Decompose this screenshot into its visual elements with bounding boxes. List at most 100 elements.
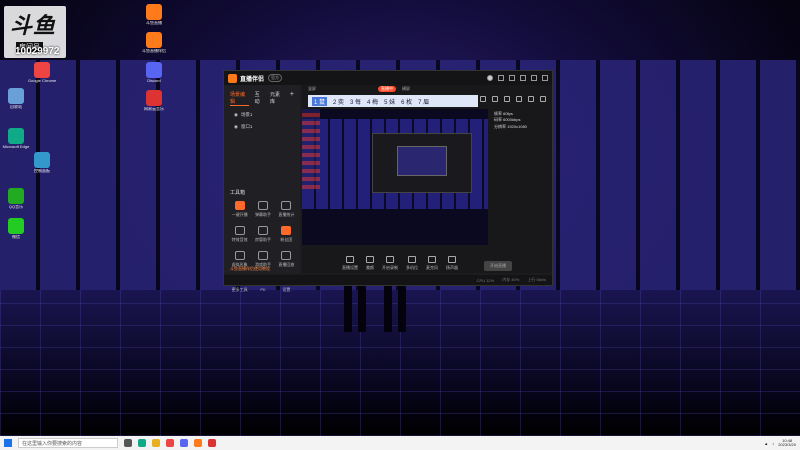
app-icon xyxy=(146,4,162,20)
desktop-icon[interactable]: 网易云音乐 xyxy=(140,90,168,111)
window-controls xyxy=(487,75,548,81)
tool-icon xyxy=(281,201,292,210)
app-icon xyxy=(34,62,50,78)
network-icon[interactable]: ▲ xyxy=(764,441,768,446)
streaming-app-window[interactable]: 直播伴侣 官方 场景编辑 互动 元素库 + ◉ 场景1 ◉ 窗口1 工具箱 一键开播… xyxy=(223,70,553,292)
app-icon xyxy=(8,218,24,234)
bottom-tool[interactable]: 美颜 xyxy=(366,256,374,271)
music-icon[interactable] xyxy=(208,439,216,447)
tool-item[interactable]: 直播回放 xyxy=(275,251,298,268)
clock[interactable]: 10:48 2023/3/20 xyxy=(778,438,796,448)
edge-icon[interactable] xyxy=(138,439,146,447)
douyu-icon[interactable] xyxy=(194,439,202,447)
minimize-icon[interactable] xyxy=(520,75,526,81)
maximize-icon[interactable] xyxy=(531,75,537,81)
tab-landscape[interactable]: 横屏 xyxy=(402,86,410,92)
tool-label: 一键开播 xyxy=(231,212,248,217)
search-input[interactable]: 在这里输入你要搜索的内容 xyxy=(18,438,118,448)
app-icon xyxy=(8,128,24,144)
desktop-icon-label: 斗鱼直播 xyxy=(146,21,162,25)
ime-candidate[interactable]: 5 妹 xyxy=(384,97,395,106)
explorer-icon[interactable] xyxy=(152,439,160,447)
tool-item[interactable]: 特效音效 xyxy=(228,226,251,243)
task-view-icon[interactable] xyxy=(124,439,132,447)
tutorial-tip[interactable]: 斗鱼直播伴侣使用教程 xyxy=(230,266,270,272)
ime-candidate[interactable]: 1 鼠 xyxy=(312,96,328,106)
volume-icon[interactable]: ♪ xyxy=(772,441,774,446)
ime-candidate[interactable]: 7 眉 xyxy=(418,97,429,106)
live-badge: 直播中 xyxy=(378,86,396,92)
desktop-icon[interactable]: 回收站 xyxy=(2,88,30,109)
tab-interact[interactable]: 互动 xyxy=(255,91,264,106)
tool-icon xyxy=(257,226,268,235)
windows-start-icon[interactable] xyxy=(4,439,12,447)
tool-item[interactable]: 直播统计 xyxy=(275,201,298,218)
tool-icon xyxy=(408,256,416,263)
tool-icon xyxy=(448,256,456,263)
scene-item[interactable]: ◉ 窗口1 xyxy=(224,121,300,133)
logo-text: 斗鱼 xyxy=(10,13,57,38)
desktop-icon[interactable]: 控制面板 xyxy=(28,152,56,173)
tool-label: 房管助手 xyxy=(254,237,271,242)
tool-item[interactable]: 一键开播 xyxy=(228,201,251,218)
desktop-icon[interactable]: Microsoft Edge xyxy=(2,128,30,149)
tool-item[interactable]: 房管助手 xyxy=(251,226,274,243)
tool-icon xyxy=(386,256,394,263)
taskbar: 在这里输入你要搜索的内容 ▲ ♪ 10:48 2023/3/20 xyxy=(0,436,800,450)
ime-candidate[interactable]: 2 奕 xyxy=(333,97,344,106)
tab-elements[interactable]: 元素库 xyxy=(270,91,284,106)
ime-candidate[interactable]: 3 每 xyxy=(350,97,361,106)
bottom-tool[interactable]: 多机位 xyxy=(406,256,418,271)
tool-icon xyxy=(257,201,268,210)
desktop-icon[interactable]: Google Chrome xyxy=(28,62,56,83)
eye-icon[interactable]: ◉ xyxy=(234,112,238,118)
app-title: 直播伴侣 xyxy=(240,76,265,83)
layout-icon[interactable] xyxy=(492,96,498,102)
share-icon[interactable] xyxy=(540,96,546,102)
screen-icon[interactable] xyxy=(516,96,522,102)
tab-scene-edit[interactable]: 场景编辑 xyxy=(230,91,249,106)
app-icon xyxy=(8,88,24,104)
settings-icon[interactable] xyxy=(498,75,504,81)
desktop-icon[interactable]: Discord xyxy=(140,62,168,83)
grid-icon[interactable] xyxy=(504,96,510,102)
left-tabs: 场景编辑 互动 元素库 + xyxy=(224,85,300,109)
start-live-button[interactable]: 开始直播 xyxy=(484,261,512,271)
left-panel: 场景编辑 互动 元素库 + ◉ 场景1 ◉ 窗口1 工具箱 一键开播 弹幕助手 直播统计… xyxy=(224,85,300,292)
discord-icon[interactable] xyxy=(180,439,188,447)
ime-candidate[interactable]: 4 梅 xyxy=(367,97,378,106)
stream-info: 帧率 60fps 码率 6000kbps 分辨率 1920x1080 xyxy=(494,111,527,129)
close-icon[interactable] xyxy=(542,75,548,81)
desktop-icon[interactable]: QQ音乐 xyxy=(2,188,30,209)
app-icon xyxy=(146,90,162,106)
tool-label: 设置 xyxy=(282,287,291,292)
chrome-icon[interactable] xyxy=(166,439,174,447)
tab-portrait[interactable]: 竖屏 xyxy=(308,86,316,92)
scene-item[interactable]: ◉ 场景1 xyxy=(224,109,300,121)
avatar[interactable] xyxy=(487,75,493,81)
desktop-icon-label: 网易云音乐 xyxy=(144,107,164,111)
bottom-tool[interactable]: 麦克风 xyxy=(426,256,438,271)
preview-tools xyxy=(480,96,546,102)
desktop-icon[interactable]: 斗鱼直播 xyxy=(140,4,168,25)
tool-item[interactable]: 粉丝团 xyxy=(275,226,298,243)
desktop-icon[interactable]: 微信 xyxy=(2,218,30,239)
camera-icon[interactable] xyxy=(480,96,486,102)
app-titlebar[interactable]: 直播伴侣 官方 xyxy=(224,71,552,85)
eye-icon[interactable]: ◉ xyxy=(234,124,238,130)
bottom-tool[interactable]: 开启录制 xyxy=(382,256,398,271)
bottom-tool[interactable]: 扬声器 xyxy=(446,256,458,271)
tool-icon xyxy=(346,256,354,263)
add-icon[interactable]: + xyxy=(290,91,294,106)
tool-item[interactable]: 弹幕助手 xyxy=(251,201,274,218)
tool-label: 粉丝团 xyxy=(280,237,293,242)
ime-candidate[interactable]: 6 枚 xyxy=(401,97,412,106)
message-icon[interactable] xyxy=(509,75,515,81)
bell-icon[interactable] xyxy=(528,96,534,102)
ime-candidate-bar[interactable]: 1 鼠 2 奕 3 每 4 梅 5 妹 6 枚 7 眉 xyxy=(308,95,478,107)
tool-label: 直播回放 xyxy=(278,262,295,267)
version-badge[interactable]: 官方 xyxy=(268,74,283,82)
stream-preview[interactable] xyxy=(302,109,488,245)
bottom-tool[interactable]: 直播设置 xyxy=(342,256,358,271)
desktop-icon[interactable]: 斗鱼直播伴侣 xyxy=(140,32,168,53)
